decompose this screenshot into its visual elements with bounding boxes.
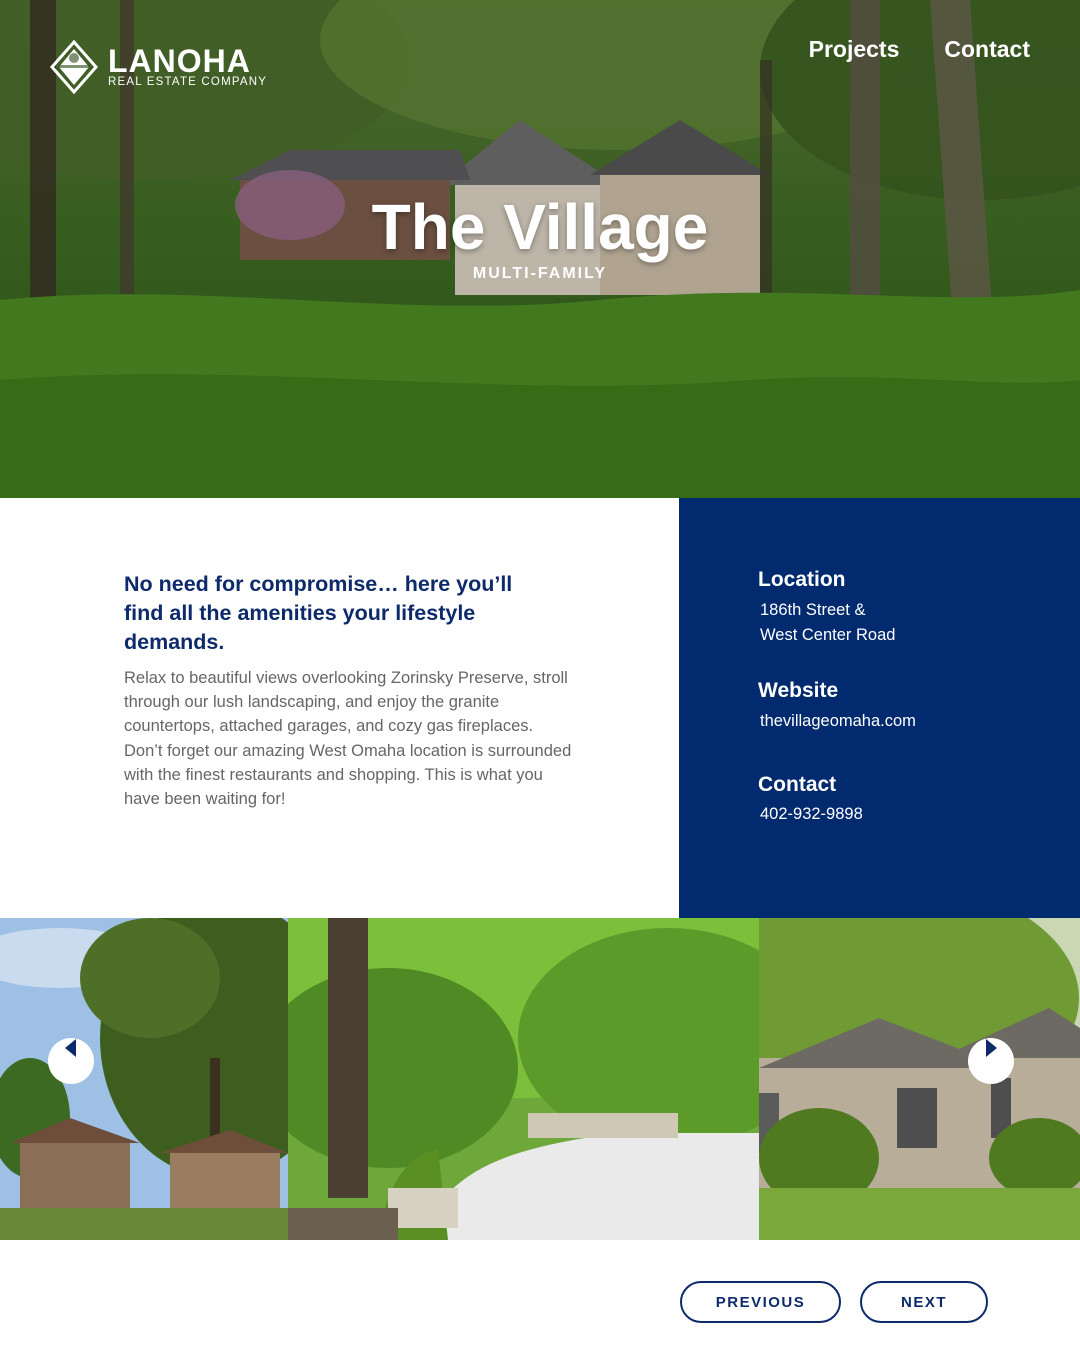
gallery-next-button[interactable]: [968, 1038, 1014, 1084]
details-panel: Location 186th Street & West Center Road…: [679, 498, 1080, 918]
contact-label: Contact: [758, 773, 837, 796]
photo-gallery: [0, 918, 1080, 1240]
gallery-image-stone-house: [759, 918, 1080, 1240]
gallery-prev-button[interactable]: [48, 1038, 94, 1084]
location-label: Location: [758, 568, 846, 591]
page-subtitle: MULTI-FAMILY: [472, 265, 608, 282]
next-project-button[interactable]: NEXT: [860, 1281, 988, 1323]
intro-section: No need for compromise… here you’ll find…: [0, 498, 679, 918]
main-nav: Projects Contact: [764, 36, 1030, 63]
brand-name: LANOHA: [108, 43, 251, 79]
brand-logo[interactable]: LANOHA REAL ESTATE COMPANY: [50, 40, 267, 94]
website-label: Website: [758, 679, 839, 702]
location-line-2: West Center Road: [760, 626, 896, 644]
gallery-image-houses: [0, 918, 288, 1240]
nav-contact-link[interactable]: Contact: [944, 36, 1030, 63]
previous-project-button[interactable]: PREVIOUS: [680, 1281, 841, 1323]
logo-diamond-icon: [50, 40, 98, 94]
page-title: The Village: [371, 191, 709, 263]
location-line-1: 186th Street &: [760, 601, 866, 619]
gallery-image-road: [288, 918, 759, 1240]
nav-projects-link[interactable]: Projects: [809, 36, 900, 63]
triangle-left-icon: [65, 1039, 76, 1057]
contact-phone[interactable]: 402-932-9898: [760, 802, 863, 827]
hero-section: LANOHA REAL ESTATE COMPANY Projects Cont…: [0, 0, 1080, 498]
triangle-right-icon: [986, 1039, 997, 1057]
brand-tagline: REAL ESTATE COMPANY: [108, 76, 268, 88]
intro-headline: No need for compromise… here you’ll find…: [124, 572, 513, 654]
intro-body: Relax to beautiful views overlooking Zor…: [124, 669, 572, 809]
website-link[interactable]: thevillageomaha.com: [760, 709, 916, 734]
